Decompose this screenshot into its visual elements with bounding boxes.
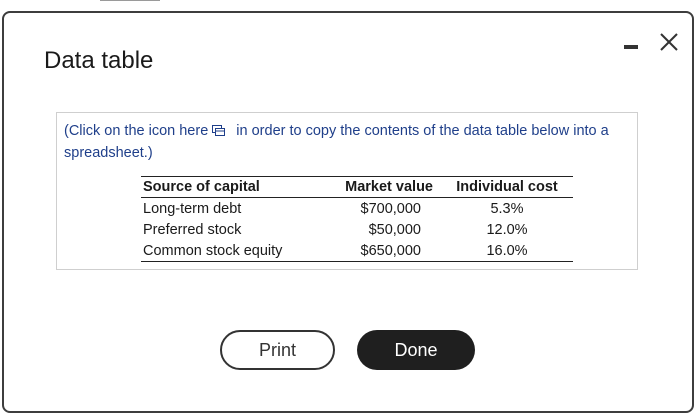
- table-cell: Preferred stock: [143, 221, 242, 238]
- table-row: Preferred stock $50,000 12.0%: [141, 219, 573, 240]
- print-button[interactable]: Print: [220, 330, 335, 370]
- table-cell: Common stock equity: [141, 240, 317, 262]
- table-cell: $700,000: [360, 200, 421, 217]
- data-table-panel: (Click on the icon here in order to copy…: [56, 112, 638, 270]
- table-row: Long-term debt $700,000 5.3%: [141, 198, 573, 220]
- close-button[interactable]: [656, 29, 682, 55]
- capital-data-table: Source of capital Market value Individua…: [141, 176, 573, 262]
- done-button[interactable]: Done: [357, 330, 475, 370]
- column-header: Market value: [317, 176, 441, 198]
- minimize-icon: [624, 45, 638, 49]
- copy-spreadsheet-icon[interactable]: [212, 123, 226, 143]
- column-header: Source of capital: [141, 176, 317, 198]
- table-header-row: Source of capital Market value Individua…: [141, 176, 573, 198]
- table-cell: 5.3%: [490, 200, 524, 217]
- instructions-text-start: (Click on the icon here: [64, 123, 209, 139]
- table-row: Common stock equity $650,000 16.0%: [141, 240, 573, 262]
- copy-instructions: (Click on the icon here in order to copy…: [64, 121, 624, 163]
- column-header: Individual cost: [441, 176, 573, 198]
- table-cell: $50,000: [368, 221, 421, 238]
- dialog-title: Data table: [44, 47, 154, 74]
- data-table-dialog: Data table (Click on the icon here in or…: [2, 11, 694, 413]
- table-cell: $650,000: [317, 240, 441, 262]
- table-cell: 12.0%: [486, 221, 528, 238]
- table-cell: 16.0%: [441, 240, 573, 262]
- minimize-button[interactable]: [624, 39, 640, 53]
- table-cell: Long-term debt: [143, 200, 242, 217]
- close-icon: [660, 33, 678, 51]
- background-window-edge: [100, 0, 160, 11]
